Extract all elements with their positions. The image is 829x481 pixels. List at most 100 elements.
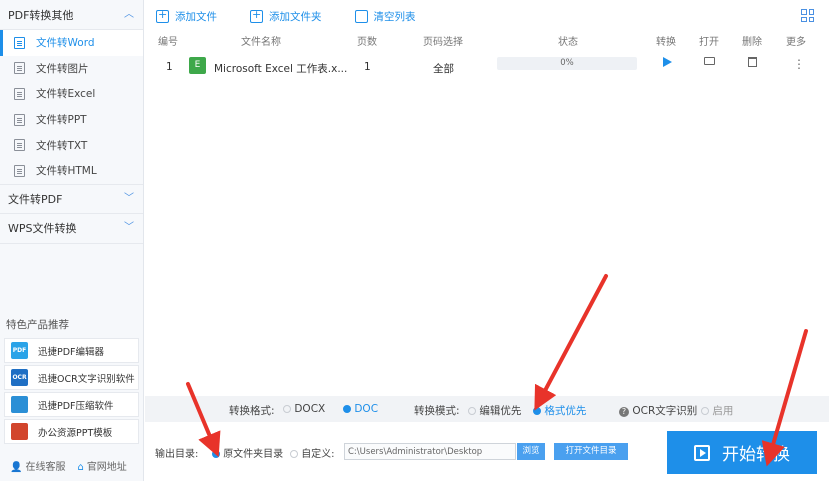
document-icon	[14, 113, 25, 126]
col-more: 更多	[786, 37, 806, 48]
section-file-to-pdf[interactable]: 文件转PDF ﹀	[0, 183, 143, 214]
pdf-editor-icon: PDF	[11, 342, 28, 359]
sidebar-item-label: 文件转PPT	[36, 114, 87, 127]
user-icon: 👤	[10, 462, 23, 473]
featured-ppt-template[interactable]: 办公资源PPT模板	[4, 419, 139, 444]
check-circle-icon	[701, 407, 709, 415]
ocr-enable-label: 启用	[712, 405, 734, 417]
open-folder-button[interactable]: 打开文件目录	[554, 443, 628, 460]
mode-format-radio[interactable]: 格式优先	[533, 403, 586, 418]
sidebar-item-to-txt[interactable]: 文件转TXT	[0, 132, 143, 158]
document-icon	[14, 87, 25, 100]
chevron-down-icon: ﹀	[124, 222, 134, 234]
sidebar-item-label: 文件转Excel	[36, 88, 96, 101]
featured-title: 特色产品推荐	[6, 319, 69, 331]
play-icon	[694, 444, 710, 461]
section-wps-convert[interactable]: WPS文件转换 ﹀	[0, 214, 143, 244]
original-folder-radio[interactable]: 原文件夹目录	[212, 445, 283, 460]
custom-radio[interactable]: 自定义:	[290, 445, 335, 460]
excel-file-icon: E	[189, 57, 206, 74]
support-label: 在线客服	[25, 462, 66, 473]
sidebar-footer: 👤 在线客服 ⌂ 官网地址	[10, 458, 127, 473]
row-filename: Microsoft Excel 工作表.x...	[214, 63, 348, 75]
folder-open-icon[interactable]	[704, 57, 715, 65]
original-folder-label: 原文件夹目录	[223, 449, 284, 460]
col-delete: 删除	[742, 37, 762, 48]
featured-pdf-compress[interactable]: 迅捷PDF压缩软件	[4, 392, 139, 417]
row-index: 1	[166, 61, 173, 73]
add-folder-icon	[250, 8, 263, 23]
add-file-button[interactable]: 添加文件	[156, 8, 217, 24]
col-open: 打开	[699, 37, 719, 48]
section-label: 文件转PDF	[8, 192, 63, 206]
featured-label: 办公资源PPT模板	[38, 427, 113, 439]
row-page-select[interactable]: 全部	[433, 61, 454, 76]
radio-selected-icon	[343, 405, 351, 413]
image-icon	[14, 62, 25, 75]
col-index: 编号	[158, 37, 178, 48]
clear-list-icon	[354, 9, 368, 23]
radio-icon	[290, 450, 298, 458]
row-progress: 0%	[497, 57, 637, 70]
sidebar-item-label: 文件转TXT	[36, 139, 88, 152]
format-docx-radio[interactable]: DOCX	[283, 403, 325, 415]
chevron-down-icon: ﹀	[124, 192, 134, 204]
document-icon	[14, 139, 25, 152]
col-pages: 页数	[357, 37, 377, 48]
home-icon: ⌂	[77, 462, 84, 473]
table-row[interactable]: 1 E Microsoft Excel 工作表.x... 1 全部 0% ⋮	[145, 57, 829, 79]
mode-edit-label: 编辑优先	[479, 405, 522, 417]
col-convert: 转换	[656, 37, 676, 48]
online-support-link[interactable]: 👤 在线客服	[10, 458, 65, 473]
sidebar-item-to-ppt[interactable]: 文件转PPT	[0, 107, 143, 133]
featured-label: 迅捷PDF编辑器	[38, 346, 105, 358]
ocr-enable-checkbox[interactable]: 启用	[701, 403, 733, 418]
sidebar-item-to-excel[interactable]: 文件转Excel	[0, 81, 143, 107]
add-file-label: 添加文件	[175, 10, 217, 23]
section-pdf-to-other[interactable]: PDF转换其他 ︿	[0, 0, 143, 30]
featured-label: 迅捷OCR文字识别软件	[38, 373, 135, 385]
play-icon[interactable]	[663, 57, 672, 67]
add-folder-button[interactable]: 添加文件夹	[250, 8, 322, 24]
ocr-icon: OCR	[11, 369, 28, 386]
toolbar: 添加文件 添加文件夹 清空列表	[145, 0, 829, 32]
output-path-input[interactable]	[344, 443, 516, 460]
format-doc-radio[interactable]: DOC	[343, 403, 378, 415]
website-link[interactable]: ⌂ 官网地址	[77, 458, 126, 473]
options-bar: 转换格式: DOCX DOC 转换模式: 编辑优先 格式优先 ? OCR文字识别…	[145, 396, 829, 422]
clear-list-label: 清空列表	[373, 10, 416, 23]
featured-ocr[interactable]: OCR 迅捷OCR文字识别软件	[4, 365, 139, 390]
mode-edit-radio[interactable]: 编辑优先	[468, 403, 521, 418]
sidebar-item-to-html[interactable]: 文件转HTML	[0, 158, 143, 184]
featured-pdf-editor[interactable]: PDF 迅捷PDF编辑器	[4, 338, 139, 363]
format-doc-label: DOC	[354, 403, 379, 415]
document-icon	[14, 164, 25, 177]
featured-label: 迅捷PDF压缩软件	[38, 400, 114, 412]
radio-selected-icon	[533, 407, 541, 415]
start-convert-label: 开始转换	[722, 445, 790, 465]
grid-view-icon[interactable]	[801, 9, 814, 22]
radio-selected-icon	[212, 450, 220, 458]
more-icon[interactable]: ⋮	[793, 57, 805, 71]
add-file-icon	[156, 8, 169, 23]
output-label: 输出目录:	[155, 449, 199, 460]
arrow-format-priority	[534, 274, 608, 411]
format-label: 转换格式:	[229, 405, 275, 417]
trash-icon[interactable]	[748, 57, 757, 67]
ocr-option: ? OCR文字识别	[619, 403, 697, 418]
radio-icon	[468, 407, 476, 415]
help-icon: ?	[619, 407, 629, 417]
app-window: PDF转换其他 ︿ 文件转Word 文件转图片 文件转Excel 文件转PPT …	[0, 0, 829, 481]
ppt-template-icon	[11, 423, 28, 440]
browse-button[interactable]: 浏览	[517, 443, 545, 460]
row-pages: 1	[364, 61, 371, 73]
sidebar-item-to-image[interactable]: 文件转图片	[0, 56, 143, 82]
format-docx-label: DOCX	[294, 403, 326, 415]
clear-list-button[interactable]: 清空列表	[354, 9, 416, 24]
pdf-compress-icon	[11, 396, 28, 413]
mode-format-label: 格式优先	[544, 405, 587, 417]
sidebar-item-to-word[interactable]: 文件转Word	[0, 30, 143, 56]
sidebar-item-label: 文件转HTML	[36, 165, 97, 178]
document-icon	[14, 36, 25, 49]
start-convert-button[interactable]: 开始转换	[667, 431, 817, 474]
